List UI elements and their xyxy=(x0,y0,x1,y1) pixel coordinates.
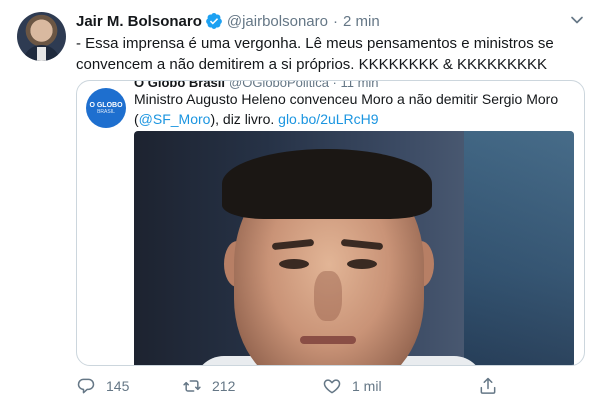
tweet[interactable]: Jair M. Bolsonaro @jairbolsonaro · 2 min… xyxy=(0,0,600,406)
quote-photo[interactable] xyxy=(134,131,574,365)
photo-nose xyxy=(314,271,342,321)
like-button[interactable]: 1 mil xyxy=(322,375,382,397)
reply-icon xyxy=(77,378,95,394)
quote-avatar-logo: O GLOBO BRASIL xyxy=(86,88,126,128)
share-button[interactable] xyxy=(478,375,498,397)
author-handle[interactable]: @jairbolsonaro xyxy=(227,13,328,30)
like-count: 1 mil xyxy=(352,378,382,394)
quote-logo-text: O GLOBO xyxy=(89,102,123,109)
heart-icon xyxy=(323,379,341,394)
quote-url-link[interactable]: glo.bo/2uLRcH9 xyxy=(278,111,378,127)
photo-background-flag xyxy=(464,131,574,365)
tweet-timestamp[interactable]: 2 min xyxy=(343,13,380,30)
quote-text: Ministro Augusto Heleno convenceu Moro a… xyxy=(134,89,574,129)
author-name[interactable]: Jair M. Bolsonaro xyxy=(76,13,202,30)
retweet-button[interactable]: 212 xyxy=(182,375,235,397)
photo-eye-right xyxy=(347,259,377,269)
quote-text-part2: ), diz livro. xyxy=(210,111,279,127)
avatar[interactable] xyxy=(17,12,66,61)
tweet-actions: 145 212 1 mil xyxy=(76,375,516,397)
photo-mouth xyxy=(300,336,356,344)
reply-button[interactable]: 145 xyxy=(76,375,129,397)
header-separator: · xyxy=(332,12,338,30)
tweet-header: Jair M. Bolsonaro @jairbolsonaro · 2 min xyxy=(76,10,380,32)
share-icon xyxy=(480,377,496,394)
quote-logo-sub: BRASIL xyxy=(97,109,115,115)
avatar-shirt xyxy=(37,47,46,61)
chevron-down-icon[interactable] xyxy=(567,10,587,30)
tweet-text: - Essa imprensa é uma vergonha. Lê meus … xyxy=(76,35,554,73)
photo-hair xyxy=(222,149,432,219)
reply-count: 145 xyxy=(106,378,130,394)
quoted-tweet[interactable]: O GLOBO BRASIL O Globo Brasil @OGloboPoli… xyxy=(76,80,585,366)
retweet-count: 212 xyxy=(212,378,236,394)
photo-eye-left xyxy=(279,259,309,269)
retweet-icon xyxy=(183,380,201,392)
verified-badge-icon xyxy=(205,13,222,29)
quote-mention-link[interactable]: @SF_Moro xyxy=(139,111,211,127)
